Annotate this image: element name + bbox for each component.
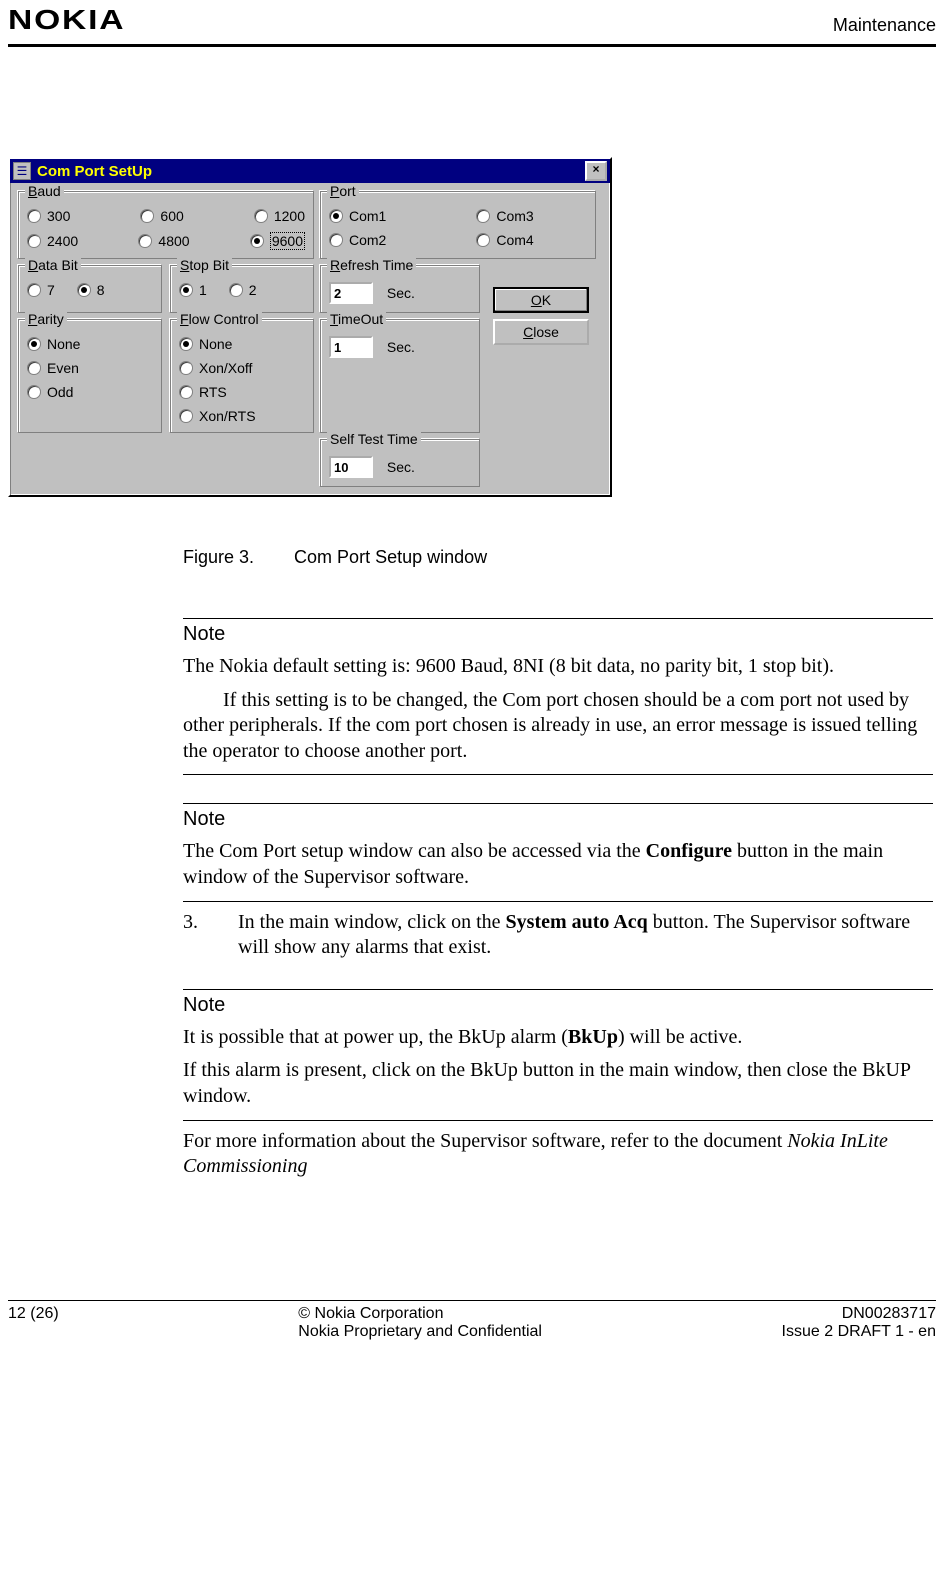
tail-paragraph: For more information about the Superviso…	[183, 1129, 933, 1180]
stopbit-group: Stop Bit 1 2	[170, 265, 314, 313]
flow-control-group: Flow Control None Xon/Xoff RTS Xon/RTS	[170, 319, 314, 433]
note2-bottom-rule	[183, 901, 933, 902]
system-menu-icon[interactable]: ☰	[13, 162, 31, 180]
flow-xonrts-radio[interactable]: Xon/RTS	[179, 408, 305, 424]
note3-p1: It is possible that at power up, the BkU…	[183, 1025, 933, 1051]
note1-p2: If this setting is to be changed, the Co…	[183, 688, 933, 765]
note3-top-rule	[183, 989, 933, 990]
port-com4-radio[interactable]: Com4	[476, 232, 533, 248]
timeout-group: TimeOut Sec.	[320, 319, 480, 433]
refresh-unit: Sec.	[387, 285, 415, 301]
page-footer: 12 (26) © Nokia Corporation Nokia Propri…	[8, 1305, 936, 1341]
databit-group: Data Bit 7 8	[18, 265, 162, 313]
button-column: OK Close	[486, 265, 596, 487]
note1-top-rule	[183, 618, 933, 619]
databit-8-radio[interactable]: 8	[77, 282, 105, 298]
parity-odd-radio[interactable]: Odd	[27, 384, 153, 400]
step-text: In the main window, click on the System …	[238, 910, 933, 961]
close-button[interactable]: Close	[493, 319, 589, 345]
figure-label: Figure 3.	[183, 547, 254, 568]
footer-page: 12 (26)	[8, 1305, 59, 1341]
footer-copyright: © Nokia Corporation	[298, 1305, 542, 1323]
note1-head: Note	[183, 623, 933, 646]
footer-docnum: DN00283717	[782, 1305, 936, 1323]
titlebar: ☰ Com Port SetUp ×	[10, 159, 610, 183]
note3-head: Note	[183, 994, 933, 1017]
baud-600-radio[interactable]: 600	[140, 208, 183, 224]
figure-caption: Figure 3. Com Port Setup window	[183, 547, 933, 568]
section-title: Maintenance	[833, 15, 936, 36]
flow-none-radio[interactable]: None	[179, 336, 305, 352]
port-com1-radio[interactable]: Com1	[329, 208, 386, 224]
note2-head: Note	[183, 808, 933, 831]
step-number: 3.	[183, 910, 198, 961]
baud-1200-radio[interactable]: 1200	[254, 208, 305, 224]
refresh-time-group: Refresh Time Sec.	[320, 265, 480, 313]
selftest-group: Self Test Time Sec.	[320, 439, 480, 487]
baud-2400-radio[interactable]: 2400	[27, 232, 78, 250]
note1-p1: The Nokia default setting is: 9600 Baud,…	[183, 654, 933, 680]
dialog-title: Com Port SetUp	[37, 163, 585, 180]
footer-rule	[8, 1300, 936, 1301]
stopbit-2-radio[interactable]: 2	[229, 282, 257, 298]
footer-issue: Issue 2 DRAFT 1 - en	[782, 1323, 936, 1341]
header-rule	[8, 44, 936, 47]
parity-even-radio[interactable]: Even	[27, 360, 153, 376]
close-icon[interactable]: ×	[585, 161, 607, 181]
footer-confidential: Nokia Proprietary and Confidential	[298, 1323, 542, 1341]
flow-xonxoff-radio[interactable]: Xon/Xoff	[179, 360, 305, 376]
baud-9600-radio[interactable]: 9600	[250, 232, 305, 250]
parity-none-radio[interactable]: None	[27, 336, 153, 352]
figure-text: Com Port Setup window	[294, 547, 487, 568]
port-com3-radio[interactable]: Com3	[476, 208, 533, 224]
selftest-unit: Sec.	[387, 459, 415, 475]
databit-7-radio[interactable]: 7	[27, 282, 55, 298]
parity-group: Parity None Even Odd	[18, 319, 162, 433]
step-3: 3. In the main window, click on the Syst…	[183, 910, 933, 961]
baud-group: Baud 300 600 1200 2400 4800 9600	[18, 191, 314, 259]
brand-logo: NOKIA	[8, 4, 125, 36]
flow-rts-radio[interactable]: RTS	[179, 384, 305, 400]
com-port-setup-dialog: ☰ Com Port SetUp × Baud 300 600 1200 240…	[8, 157, 612, 497]
port-com2-radio[interactable]: Com2	[329, 232, 386, 248]
timeout-input[interactable]	[329, 336, 373, 358]
note1-bottom-rule	[183, 774, 933, 775]
port-group: Port Com1 Com2 Com3 Com4	[320, 191, 596, 259]
selftest-input[interactable]	[329, 456, 373, 478]
baud-300-radio[interactable]: 300	[27, 208, 70, 224]
stopbit-1-radio[interactable]: 1	[179, 282, 207, 298]
note3-p2: If this alarm is present, click on the B…	[183, 1058, 933, 1109]
note2-top-rule	[183, 803, 933, 804]
note2-p1: The Com Port setup window can also be ac…	[183, 839, 933, 890]
note3-bottom-rule	[183, 1120, 933, 1121]
ok-button[interactable]: OK	[493, 287, 589, 313]
baud-4800-radio[interactable]: 4800	[138, 232, 189, 250]
timeout-unit: Sec.	[387, 339, 415, 355]
refresh-time-input[interactable]	[329, 282, 373, 304]
